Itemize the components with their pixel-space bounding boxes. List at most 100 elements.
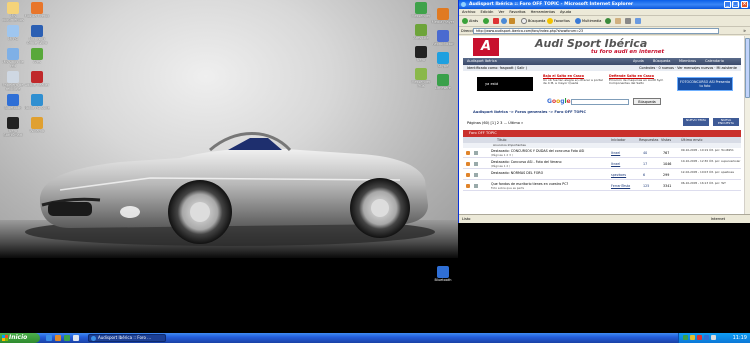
maximize-button[interactable]: □ [732,1,739,8]
nokia-icon [31,94,43,106]
status-bar: Listo Internet [459,214,750,223]
multimedia-button[interactable]: Multimedia [575,18,601,25]
topic-author[interactable]: Ikrael [611,151,620,155]
desktop-icon[interactable]: Limewire [430,74,456,94]
topic-replies[interactable]: 125 [643,184,649,188]
desktop-icon-label: Bluetooth [434,278,452,282]
forward-button[interactable] [483,18,490,25]
nav-calendar-link[interactable]: Calendario [705,58,724,65]
address-input[interactable]: http://www.audisport-iberica.com/foro/in… [473,28,719,34]
topic-replies[interactable]: 40 [643,151,647,155]
topic-row[interactable]: Destacado: Concurso ASI - Foto del Veran… [463,159,741,169]
browser-titlebar[interactable]: Audisport Ibérica :: Foro OFF TOPIC - Mi… [459,0,750,9]
print-button[interactable] [625,18,632,25]
scroll-thumb[interactable] [745,38,750,98]
home-button[interactable] [509,18,516,25]
topic-author[interactable]: spezkoes [611,173,626,177]
desktop-icon[interactable]: Winamp [24,117,50,137]
tray-messenger-icon[interactable] [683,335,688,340]
mail-button[interactable] [615,18,622,25]
history-button[interactable] [605,18,612,25]
desktop-icon[interactable]: Adobe Reader [24,71,50,91]
adobe-reader-icon [31,71,43,83]
desktop-icon[interactable]: Microsoft Office Word [24,25,50,45]
start-button[interactable]: Inicio [0,333,40,343]
quicklaunch-messenger-icon[interactable] [64,335,70,341]
nav-members-link[interactable]: Miembros [679,58,696,65]
topic-row[interactable]: Destacado: CONCURSOS Y DUDAS del concurs… [463,148,741,158]
google-search-input[interactable] [571,99,629,105]
desktop-icon[interactable]: Mis sitios de red [0,48,26,68]
topic-row[interactable]: Destacado: NORMAS DEL FORO spezkoes 6 299 12… [463,170,741,180]
user-controls[interactable]: Controles · 0 nuevos · Ver mensajes nuev… [639,65,737,71]
desktop-icon[interactable]: Ares [24,48,50,68]
quicklaunch-ie-icon[interactable] [46,335,52,341]
skype-icon [437,52,449,64]
ie-icon [461,2,466,7]
desktop-icon[interactable]: Mozilla Firefox [24,2,50,22]
desktop-icon[interactable]: Nokia PC Suite [24,94,50,114]
desktop-icon[interactable]: Papelera de reciclaje [0,71,26,91]
desktop-icon[interactable]: Mi PC [0,25,26,45]
topic-replies[interactable]: 6 [643,173,645,177]
refresh-icon [501,18,507,24]
refresh-button[interactable] [501,18,508,25]
ares-lite-icon [415,24,427,36]
search-button[interactable]: Búsqueda [521,18,545,25]
site-logo[interactable]: A [473,38,499,56]
screen: Mis documentos Mi PC Mis sitios de red Pape… [0,0,750,343]
desktop-icon[interactable]: Bluetooth [430,266,456,286]
topic-author[interactable]: Ikrael [611,162,620,166]
topic-pages[interactable]: (Páginas 1 2 ) [491,164,510,168]
menu-item[interactable]: Ver [498,10,504,14]
taskbar-item-browser[interactable]: Audisport Ibérica :: Foro ... [88,334,166,342]
nav-search-link[interactable]: Búsqueda [653,58,670,65]
ad-text-2[interactable]: Defiende Salto en Casco Emoción de maquin… [609,74,671,86]
new-topic-button[interactable]: NUEVO TEMA [683,118,709,126]
tray-volume-icon[interactable] [711,335,716,340]
history-icon [605,18,611,24]
topic-pages[interactable]: (Páginas 1 2 3 ) [491,153,513,157]
nero-icon [7,117,19,129]
topic-pages[interactable]: Foto sobre que es perfe [491,186,524,190]
menu-item[interactable]: Favoritos [509,10,525,14]
topic-row[interactable]: Que fondos de escritorio tienes en vuest… [463,181,741,191]
topic-author[interactable]: FerrariTesta [611,184,630,188]
close-button[interactable]: × [741,1,748,8]
ad-banner-photo-contest[interactable]: FOTOCONCURSO ASI Presenta tu foto [677,77,733,91]
pagination[interactable]: Páginas (60) [1] 2 3 ... Último » [467,121,523,125]
tray-security-icon[interactable] [690,335,695,340]
edit-button[interactable] [635,18,642,25]
back-button[interactable]: Atrás [462,18,478,25]
desktop-icon[interactable]: Nero StartSmart [0,117,26,137]
menu-item[interactable]: Ayuda [560,10,571,14]
ad-text-1[interactable]: Baja el Salto en Casco Un ob fue tan aleg… [543,74,605,86]
desktop-icon-label: Winamp [29,129,45,133]
nav-help-link[interactable]: Ayuda [633,58,644,65]
star-icon [547,18,553,24]
tray-bluetooth-icon[interactable] [704,335,709,340]
clock[interactable]: 11:19 [733,333,747,343]
nav-home-link[interactable]: Audisport Ibérica [467,58,497,65]
menu-item[interactable]: Edición [480,10,493,14]
bluetooth2-icon [437,266,449,278]
minimize-button[interactable]: _ [724,1,731,8]
menu-item[interactable]: Archivo [462,10,475,14]
menu-item[interactable]: Herramientas [531,10,555,14]
new-poll-button[interactable]: NUEVA ENCUESTA [713,118,739,126]
topic-title[interactable]: Destacado: NORMAS DEL FORO [491,171,601,175]
favorites-button[interactable]: Favoritos [547,18,570,25]
quicklaunch-desktop-icon[interactable] [73,335,79,341]
tray-antivirus-icon[interactable] [697,335,702,340]
ad-banner-black[interactable]: ya está [477,77,533,91]
desktop-icon[interactable]: Bluetooth [0,94,26,114]
vertical-scrollbar[interactable] [744,36,750,214]
go-button[interactable]: Ir [744,28,746,34]
desktop-icon[interactable]: Mis documentos [0,2,26,22]
logged-in-text[interactable]: Identificado como: fasgoatt ( Salir ) [467,65,527,71]
topic-replies[interactable]: 17 [643,162,647,166]
my-documents-icon [7,2,19,14]
google-search-button[interactable]: Búsqueda [633,98,661,105]
stop-button[interactable] [493,18,500,25]
quicklaunch-firefox-icon[interactable] [55,335,61,341]
